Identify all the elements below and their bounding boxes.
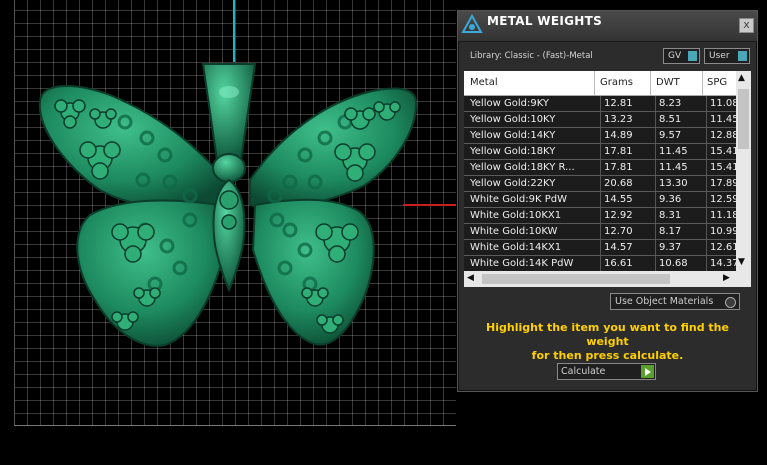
cell-spg: 12.61 bbox=[706, 240, 740, 255]
calculate-button[interactable]: Calculate bbox=[557, 363, 656, 380]
cell-spg: 15.41 bbox=[706, 144, 740, 159]
cell-dwt: 9.37 bbox=[655, 240, 706, 255]
cell-metal: Yellow Gold:14KY bbox=[470, 130, 556, 141]
horizontal-scrollbar[interactable]: ◀ ▶ bbox=[464, 271, 751, 287]
instruction-text: Highlight the item you want to find the … bbox=[472, 321, 743, 363]
close-button[interactable]: x bbox=[739, 18, 754, 33]
metal-weights-panel: METAL WEIGHTS x Library: Classic - (Fast… bbox=[457, 10, 758, 392]
column-divider bbox=[702, 71, 703, 95]
table-row[interactable]: Yellow Gold:9KY 12.81 8.23 11.08 bbox=[464, 96, 739, 112]
cell-dwt: 9.36 bbox=[655, 192, 706, 207]
cell-metal: Yellow Gold:22KY bbox=[470, 178, 556, 189]
cell-metal: Yellow Gold:10KY bbox=[470, 114, 556, 125]
table-row[interactable]: White Gold:14KX1 14.57 9.37 12.61 bbox=[464, 240, 739, 256]
table-header: Metal Grams DWT SPG bbox=[464, 71, 736, 96]
cell-spg: 15.41 bbox=[706, 160, 740, 175]
column-header-metal[interactable]: Metal bbox=[470, 77, 498, 88]
column-header-spg[interactable]: SPG bbox=[707, 77, 727, 88]
cell-grams: 17.81 bbox=[600, 160, 654, 175]
scroll-left-icon[interactable]: ◀ bbox=[467, 273, 474, 283]
cell-dwt: 10.68 bbox=[655, 256, 706, 271]
panel-titlebar[interactable]: METAL WEIGHTS x bbox=[458, 11, 757, 42]
gv-toggle-label: GV bbox=[668, 51, 682, 61]
table-row[interactable]: White Gold:10KW 12.70 8.17 10.99 bbox=[464, 224, 739, 240]
cell-grams: 12.70 bbox=[600, 224, 654, 239]
cell-grams: 14.89 bbox=[600, 128, 654, 143]
table-row[interactable]: Yellow Gold:22KY 20.68 13.30 17.89 bbox=[464, 176, 739, 192]
table-row[interactable]: Yellow Gold:18KY 17.81 11.45 15.41 bbox=[464, 144, 739, 160]
cell-dwt: 9.57 bbox=[655, 128, 706, 143]
panel-title: METAL WEIGHTS bbox=[487, 14, 603, 28]
cell-dwt: 13.30 bbox=[655, 176, 706, 191]
cell-spg: 11.45 bbox=[706, 112, 740, 127]
gv-toggle[interactable]: GV bbox=[663, 48, 700, 64]
scroll-down-icon[interactable]: ▼ bbox=[738, 257, 745, 267]
metal-table[interactable]: Metal Grams DWT SPG Yellow Gold:9KY 12.81… bbox=[464, 71, 751, 287]
cell-spg: 12.88 bbox=[706, 128, 740, 143]
library-label: Library: Classic - (Fast)-Metal bbox=[470, 51, 593, 61]
cell-grams: 16.61 bbox=[600, 256, 654, 271]
table-body: Yellow Gold:9KY 12.81 8.23 11.08 Yellow Gol… bbox=[464, 96, 739, 272]
cell-grams: 14.57 bbox=[600, 240, 654, 255]
cell-grams: 17.81 bbox=[600, 144, 654, 159]
cell-spg: 11.18 bbox=[706, 208, 740, 223]
cell-dwt: 11.45 bbox=[655, 144, 706, 159]
cell-dwt: 8.31 bbox=[655, 208, 706, 223]
cell-dwt: 11.45 bbox=[655, 160, 706, 175]
user-toggle[interactable]: User bbox=[704, 48, 750, 64]
instruction-line-2: for then press calculate. bbox=[531, 349, 684, 362]
gv-toggle-indicator bbox=[688, 51, 697, 61]
column-divider bbox=[594, 71, 595, 95]
table-row[interactable]: Yellow Gold:14KY 14.89 9.57 12.88 bbox=[464, 128, 739, 144]
column-header-grams[interactable]: Grams bbox=[600, 77, 633, 88]
horizontal-scroll-thumb[interactable] bbox=[482, 274, 670, 284]
scroll-up-icon[interactable]: ▲ bbox=[738, 73, 745, 83]
calculate-label: Calculate bbox=[561, 366, 606, 377]
cell-dwt: 8.17 bbox=[655, 224, 706, 239]
cell-metal: Yellow Gold:18KY R... bbox=[470, 162, 575, 173]
cell-dwt: 8.51 bbox=[655, 112, 706, 127]
vertical-scrollbar[interactable]: ▲ ▼ bbox=[736, 71, 751, 287]
use-object-materials-option[interactable]: Use Object Materials bbox=[610, 293, 740, 310]
cell-grams: 14.55 bbox=[600, 192, 654, 207]
radio-button[interactable] bbox=[725, 297, 736, 308]
cell-spg: 17.89 bbox=[706, 176, 740, 191]
table-row[interactable]: Yellow Gold:18KY R... 17.81 11.45 15.41 bbox=[464, 160, 739, 176]
cell-spg: 14.37 bbox=[706, 256, 740, 271]
cell-grams: 13.23 bbox=[600, 112, 654, 127]
table-row[interactable]: White Gold:9K PdW 14.55 9.36 12.59 bbox=[464, 192, 739, 208]
column-divider bbox=[650, 71, 651, 95]
table-row[interactable]: White Gold:10KX1 12.92 8.31 11.18 bbox=[464, 208, 739, 224]
vertical-scroll-thumb[interactable] bbox=[738, 89, 749, 149]
cell-metal: Yellow Gold:18KY bbox=[470, 146, 556, 157]
cell-metal: White Gold:9K PdW bbox=[470, 194, 567, 205]
cell-grams: 12.92 bbox=[600, 208, 654, 223]
column-header-dwt[interactable]: DWT bbox=[656, 77, 680, 88]
cell-dwt: 8.23 bbox=[655, 96, 706, 111]
cell-metal: White Gold:10KW bbox=[470, 226, 558, 237]
cell-metal: White Gold:14K PdW bbox=[470, 258, 574, 269]
use-object-materials-label: Use Object Materials bbox=[615, 296, 714, 307]
cell-spg: 10.99 bbox=[706, 224, 740, 239]
table-row[interactable]: Yellow Gold:10KY 13.23 8.51 11.45 bbox=[464, 112, 739, 128]
cell-grams: 12.81 bbox=[600, 96, 654, 111]
play-arrow-icon bbox=[641, 365, 654, 378]
scroll-right-icon[interactable]: ▶ bbox=[723, 273, 730, 283]
app-logo-icon bbox=[461, 14, 483, 33]
cell-metal: White Gold:14KX1 bbox=[470, 242, 562, 253]
cell-grams: 20.68 bbox=[600, 176, 654, 191]
cell-metal: White Gold:10KX1 bbox=[470, 210, 562, 221]
cell-metal: Yellow Gold:9KY bbox=[470, 98, 549, 109]
cell-spg: 12.59 bbox=[706, 192, 740, 207]
user-toggle-indicator bbox=[738, 51, 747, 61]
butterfly-pendant-model[interactable] bbox=[15, 0, 456, 425]
instruction-line-1: Highlight the item you want to find the … bbox=[486, 321, 729, 348]
3d-viewport[interactable] bbox=[14, 0, 456, 426]
cell-spg: 11.08 bbox=[706, 96, 740, 111]
user-toggle-label: User bbox=[709, 51, 730, 61]
table-row[interactable]: White Gold:14K PdW 16.61 10.68 14.37 bbox=[464, 256, 739, 272]
